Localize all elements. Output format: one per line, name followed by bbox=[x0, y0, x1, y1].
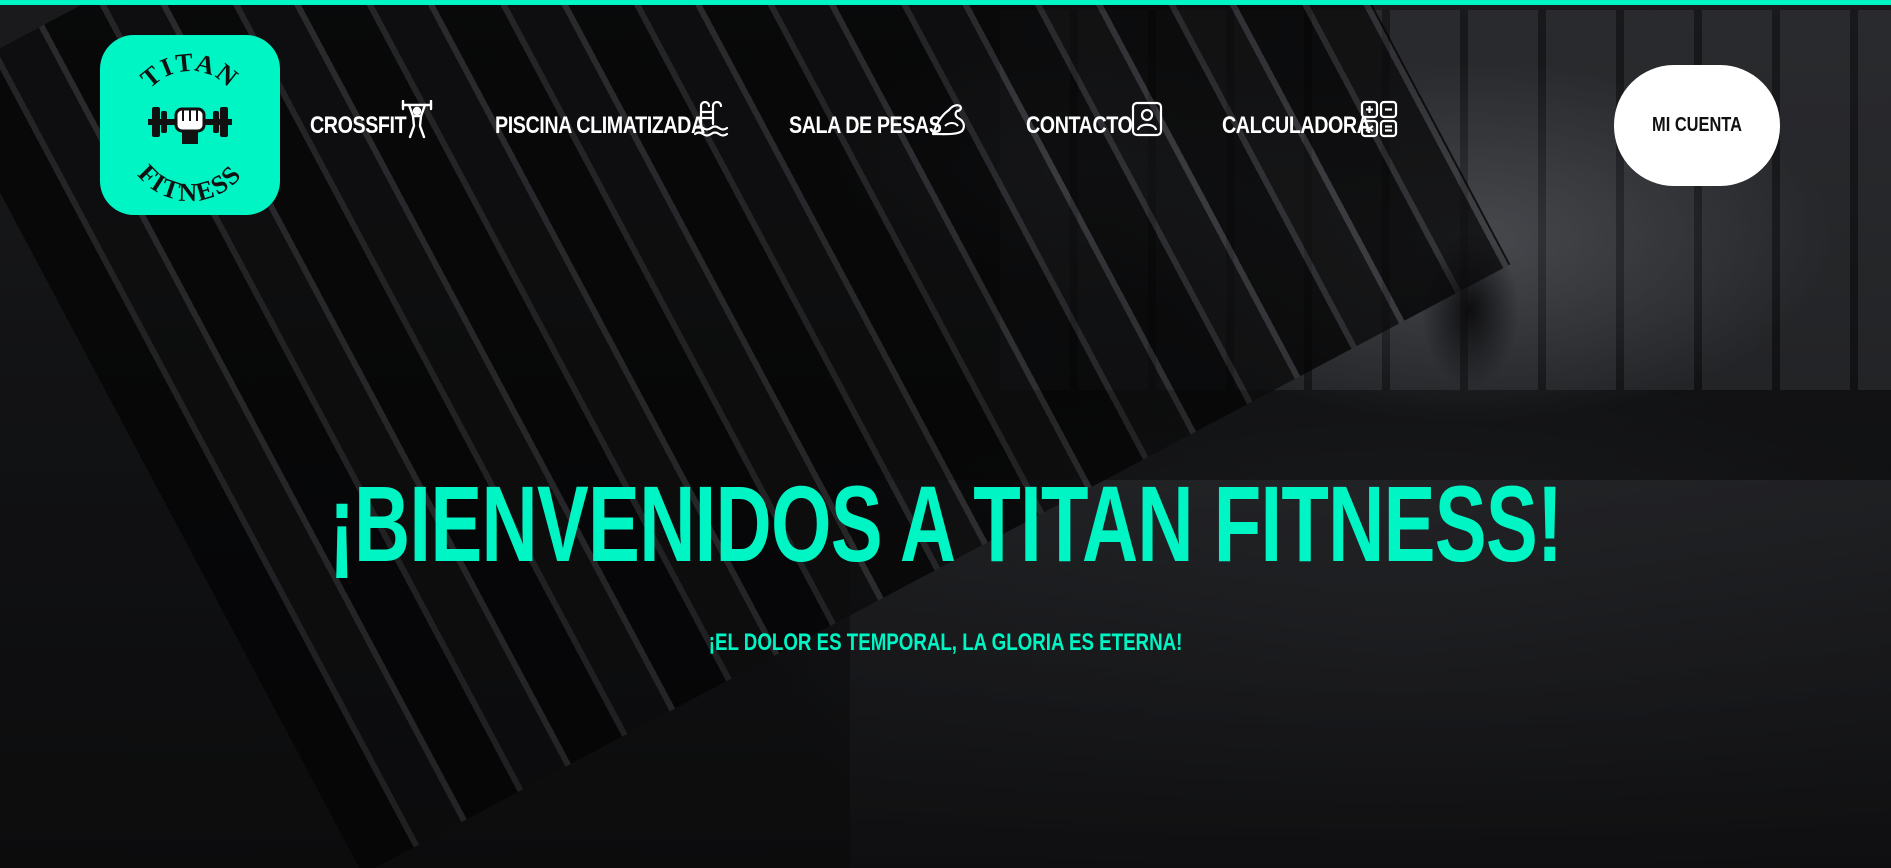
nav-item-piscina-climatizada[interactable]: PISCINA CLIMATIZADA bbox=[495, 100, 735, 160]
nav-label-piscina: PISCINA CLIMATIZADA bbox=[495, 112, 705, 139]
accent-top-line bbox=[0, 0, 1891, 5]
hero-title-text: ¡BIENVENIDOS A TITAN FITNESS! bbox=[328, 463, 1563, 584]
contact-card-icon bbox=[1131, 101, 1163, 137]
nav-item-sala-de-pesas[interactable]: SALA DE PESAS bbox=[789, 100, 974, 160]
logo-text-top: TITAN bbox=[135, 48, 245, 94]
nav-item-calculadora[interactable]: CALCULADORA bbox=[1222, 100, 1407, 160]
nav-item-crossfit[interactable]: CROSSFIT bbox=[310, 100, 435, 160]
logo-text-bottom: FITNESS bbox=[132, 159, 247, 207]
titan-fitness-logo[interactable]: TITAN FITNESS bbox=[100, 35, 280, 215]
fist-dumbbell-icon bbox=[148, 107, 232, 144]
pool-ladder-icon bbox=[693, 100, 729, 137]
weightlifter-icon bbox=[401, 100, 433, 139]
nav-item-contacto[interactable]: CONTACTO bbox=[1026, 100, 1176, 160]
my-account-label: MI CUENTA bbox=[1652, 114, 1742, 136]
hero-subtitle-text: ¡EL DOLOR ES TEMPORAL, LA GLORIA ES ETER… bbox=[708, 629, 1183, 656]
hero-subtitle: ¡EL DOLOR ES TEMPORAL, LA GLORIA ES ETER… bbox=[0, 629, 1891, 657]
hero-title: ¡BIENVENIDOS A TITAN FITNESS! bbox=[0, 470, 1891, 578]
calculator-icon bbox=[1360, 100, 1398, 138]
page: TITAN FITNESS CROSSFIT PISCINA CLIMATIZA… bbox=[0, 0, 1891, 868]
flexed-arm-icon bbox=[931, 104, 965, 136]
nav-label-calculadora: CALCULADORA bbox=[1222, 112, 1371, 139]
nav-label-contacto: CONTACTO bbox=[1026, 112, 1133, 139]
my-account-button[interactable]: MI CUENTA bbox=[1614, 65, 1780, 186]
nav-label-crossfit: CROSSFIT bbox=[310, 112, 407, 139]
nav-label-sala-de-pesas: SALA DE PESAS bbox=[789, 112, 942, 139]
